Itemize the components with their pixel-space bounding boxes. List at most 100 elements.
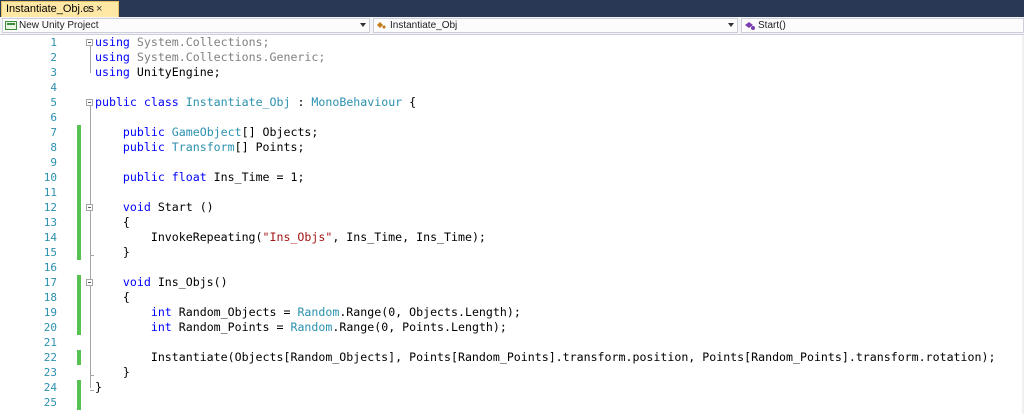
class-dropdown[interactable]: Instantiate_Obj [373,18,738,33]
code-line[interactable]: 3 using UnityEngine; [0,65,1024,80]
code-text: int Random_Points = Random.Range(0, Poin… [95,320,507,335]
outline-end-tick [90,375,94,376]
line-number: 3 [50,66,57,79]
code-token: GameObject [171,125,242,139]
code-line[interactable]: 22 Instantiate(Objects[Random_Objects], … [0,350,1024,365]
code-token: [] Points; [234,140,305,154]
line-number: 20 [43,321,57,334]
change-indicator [77,230,81,245]
tab-instantiate-obj[interactable]: Instantiate_Obj.cs ⊣ × [1,1,119,17]
code-token: System.Collections.Generic; [129,50,326,64]
code-line[interactable]: 9 [0,155,1024,170]
line-number: 9 [50,156,57,169]
code-token: .Range(0, Points.Length); [332,320,507,334]
code-line[interactable]: 13 { [0,215,1024,230]
code-token: { [402,95,417,109]
line-number: 15 [43,246,57,259]
collapse-icon[interactable] [86,99,93,106]
code-line[interactable]: 21 [0,335,1024,350]
code-token: int [150,320,172,334]
collapse-icon[interactable] [86,204,93,211]
code-text: using UnityEngine; [95,65,221,80]
change-indicator [77,275,81,290]
tab-title: Instantiate_Obj.cs [6,3,95,15]
code-token: using [95,35,130,49]
change-indicator [77,170,81,185]
outline-guide [90,106,91,388]
code-line[interactable]: 7 public GameObject[] Objects; [0,125,1024,140]
code-line[interactable]: 6 [0,110,1024,125]
code-line[interactable]: 11 [0,185,1024,200]
code-line[interactable]: 8 public Transform[] Points; [0,140,1024,155]
code-token: void [122,275,151,289]
code-token: UnityEngine; [129,65,221,79]
csharp-project-icon [5,21,17,30]
code-line[interactable]: 20 int Random_Points = Random.Range(0, P… [0,320,1024,335]
code-line[interactable]: 18 { [0,290,1024,305]
code-text: { [95,290,130,305]
code-text: using System.Collections.Generic; [95,50,325,65]
code-line[interactable]: 12 void Start () [0,200,1024,215]
code-text: } [95,245,130,260]
code-line[interactable]: 16 [0,260,1024,275]
code-line[interactable]: 5 public class Instantiate_Obj : MonoBeha… [0,95,1024,110]
line-number: 12 [43,201,57,214]
code-line[interactable]: 15 } [0,245,1024,260]
change-indicator [77,245,81,260]
line-number: 18 [43,291,57,304]
outline-end-tick [90,390,94,391]
change-indicator [77,305,81,320]
code-token: Ins_Objs() [150,275,228,289]
code-line[interactable]: 19 int Random_Objects = Random.Range(0, … [0,305,1024,320]
line-number: 5 [50,96,57,109]
change-indicator [77,395,81,410]
outline-end-tick [90,255,94,256]
project-dropdown[interactable]: New Unity Project [2,18,370,33]
code-text: void Start () [95,200,214,215]
code-line[interactable]: 4 [0,80,1024,95]
code-line[interactable]: 1 using System.Collections; [0,35,1024,50]
code-line[interactable]: 10 public float Ins_Time = 1; [0,170,1024,185]
change-indicator [77,140,81,155]
line-number: 2 [50,51,57,64]
code-line[interactable]: 2 using System.Collections.Generic; [0,50,1024,65]
code-token: Instantiate(Objects[Random_Objects], Poi… [95,350,996,364]
method-icon [745,22,755,30]
code-editor[interactable]: 1 using System.Collections; 2 using System.… [0,35,1024,414]
collapse-icon[interactable] [86,279,93,286]
code-token: Random [290,320,333,334]
close-icon[interactable]: × [96,2,102,17]
code-text: int Random_Objects = Random.Range(0, Obj… [95,305,521,320]
code-token: "Ins_Objs" [262,230,333,244]
line-number: 7 [50,126,57,139]
code-line[interactable]: 14 InvokeRepeating("Ins_Objs", Ins_Time,… [0,230,1024,245]
pin-icon[interactable]: ⊣ [82,2,90,17]
line-number: 13 [43,216,57,229]
project-label: New Unity Project [19,20,99,31]
change-indicator [77,350,81,365]
code-text: { [95,215,130,230]
line-number: 19 [43,306,57,319]
code-token: } [95,245,130,259]
code-line[interactable]: 23 } [0,365,1024,380]
code-line[interactable]: 17 void Ins_Objs() [0,275,1024,290]
code-token: public [122,170,165,184]
code-token: public [122,125,165,139]
code-token: using [95,65,130,79]
code-token: public [95,95,137,109]
code-line[interactable]: 24} [0,380,1024,395]
line-number: 8 [50,141,57,154]
code-token: using [95,50,130,64]
line-number: 23 [43,366,57,379]
code-line[interactable]: 25 [0,395,1024,410]
member-dropdown[interactable]: Start() [741,18,1024,33]
collapse-icon[interactable] [86,39,93,46]
code-text: InvokeRepeating("Ins_Objs", Ins_Time, In… [95,230,486,245]
